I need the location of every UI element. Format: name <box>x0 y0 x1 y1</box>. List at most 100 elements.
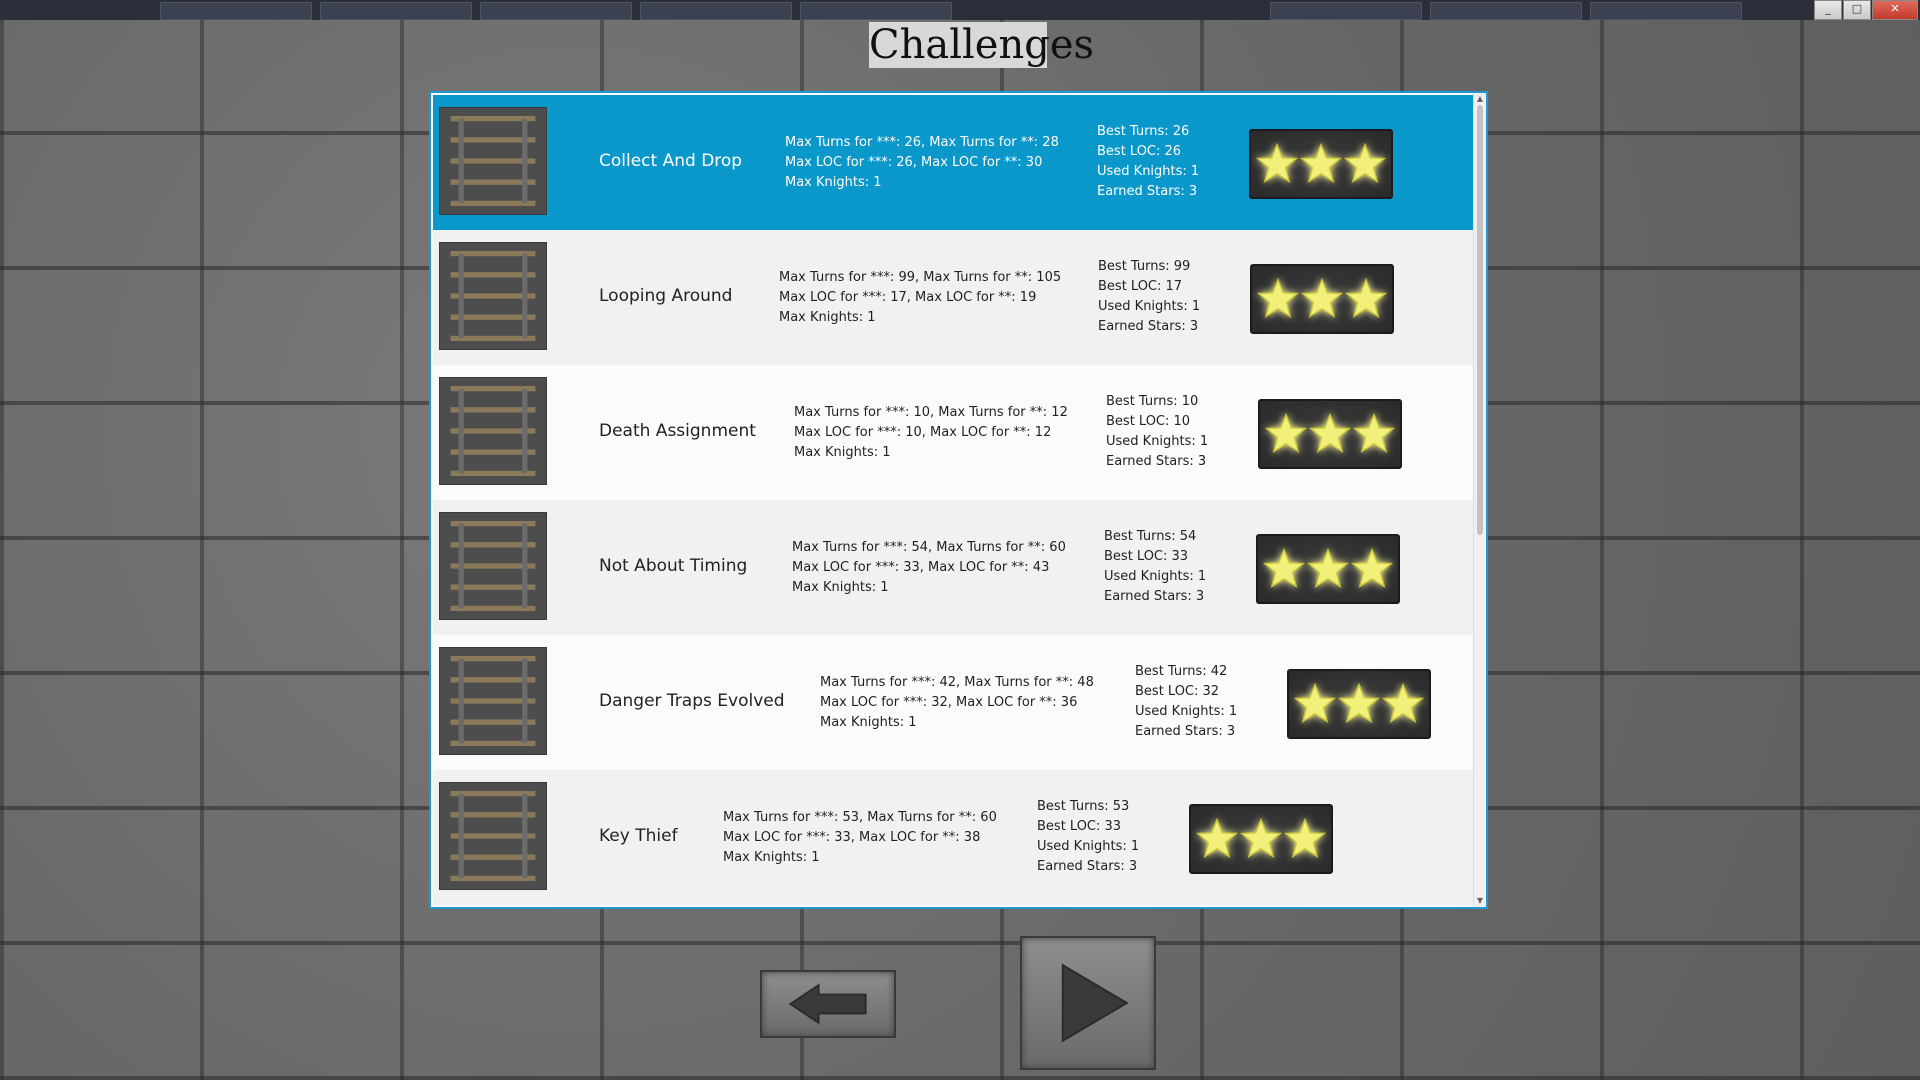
requirement-knights: Max Knights: 1 <box>794 445 891 460</box>
used-knights: Used Knights: 1 <box>1097 164 1200 179</box>
window-controls: _ □ ✕ <box>1813 0 1918 20</box>
star-icon <box>1262 547 1306 591</box>
requirement-turns: Max Turns for ***: 54, Max Turns for **:… <box>792 540 1066 555</box>
challenge-row[interactable]: Danger Traps Evolved Max Turns for ***: 4… <box>433 635 1473 770</box>
challenge-row[interactable]: Collect And Drop Max Turns for ***: 26, M… <box>433 95 1473 230</box>
requirement-loc: Max LOC for ***: 10, Max LOC for **: 12 <box>794 425 1052 440</box>
taskbar-item[interactable] <box>800 2 952 20</box>
star-icon <box>1337 682 1381 726</box>
star-icon <box>1239 817 1283 861</box>
best-results: Best Turns: 26 Best LOC: 26 Used Knights: … <box>1097 122 1199 202</box>
minimize-button[interactable]: _ <box>1814 0 1842 20</box>
earned-stars: Earned Stars: 3 <box>1037 859 1138 874</box>
challenge-requirements: Max Turns for ***: 54, Max Turns for **:… <box>792 538 1066 598</box>
challenge-requirements: Max Turns for ***: 42, Max Turns for **:… <box>820 673 1094 733</box>
challenge-requirements: Max Turns for ***: 53, Max Turns for **:… <box>723 808 997 868</box>
best-turns: Best Turns: 26 <box>1097 124 1190 139</box>
requirement-turns: Max Turns for ***: 42, Max Turns for **:… <box>820 675 1094 690</box>
best-loc: Best LOC: 32 <box>1135 684 1220 699</box>
best-turns: Best Turns: 54 <box>1104 529 1197 544</box>
star-icon <box>1283 817 1327 861</box>
challenge-row[interactable]: Looping Around Max Turns for ***: 99, Max… <box>433 230 1473 365</box>
earned-stars: Earned Stars: 3 <box>1104 589 1205 604</box>
taskbar-item[interactable] <box>1590 2 1742 20</box>
used-knights: Used Knights: 1 <box>1135 704 1238 719</box>
star-icon <box>1344 277 1388 321</box>
requirement-loc: Max LOC for ***: 33, Max LOC for **: 43 <box>792 560 1050 575</box>
challenge-requirements: Max Turns for ***: 26, Max Turns for **:… <box>785 133 1059 193</box>
best-loc: Best LOC: 33 <box>1104 549 1189 564</box>
taskbar-item[interactable] <box>160 2 312 20</box>
star-icon <box>1350 547 1394 591</box>
requirement-turns: Max Turns for ***: 26, Max Turns for **:… <box>785 135 1059 150</box>
level-thumbnail <box>439 377 547 485</box>
close-button[interactable]: ✕ <box>1872 0 1918 20</box>
star-rating <box>1258 399 1402 469</box>
level-thumbnail <box>439 647 547 755</box>
best-results: Best Turns: 42 Best LOC: 32 Used Knights: … <box>1135 662 1237 742</box>
play-icon <box>1061 963 1129 1043</box>
left-arrow-icon <box>788 983 867 1025</box>
best-loc: Best LOC: 26 <box>1097 144 1182 159</box>
requirement-loc: Max LOC for ***: 26, Max LOC for **: 30 <box>785 155 1043 170</box>
star-icon <box>1293 682 1337 726</box>
requirement-turns: Max Turns for ***: 10, Max Turns for **:… <box>794 405 1068 420</box>
challenge-row[interactable]: Key Thief Max Turns for ***: 53, Max Turn… <box>433 770 1473 905</box>
star-rating <box>1250 264 1394 334</box>
best-loc: Best LOC: 17 <box>1098 279 1183 294</box>
earned-stars: Earned Stars: 3 <box>1098 319 1199 334</box>
used-knights: Used Knights: 1 <box>1037 839 1140 854</box>
requirement-loc: Max LOC for ***: 17, Max LOC for **: 19 <box>779 290 1037 305</box>
star-icon <box>1299 142 1343 186</box>
back-button[interactable] <box>760 970 896 1038</box>
star-icon <box>1308 412 1352 456</box>
earned-stars: Earned Stars: 3 <box>1135 724 1236 739</box>
taskbar-item[interactable] <box>640 2 792 20</box>
scrollbar-thumb[interactable] <box>1477 105 1483 535</box>
level-thumbnail <box>439 242 547 350</box>
used-knights: Used Knights: 1 <box>1098 299 1201 314</box>
scroll-down-icon[interactable]: ▼ <box>1475 896 1485 906</box>
used-knights: Used Knights: 1 <box>1104 569 1207 584</box>
star-icon <box>1352 412 1396 456</box>
best-loc: Best LOC: 33 <box>1037 819 1122 834</box>
requirement-turns: Max Turns for ***: 53, Max Turns for **:… <box>723 810 997 825</box>
star-icon <box>1264 412 1308 456</box>
challenge-name: Collect And Drop <box>599 151 743 171</box>
level-thumbnail <box>439 512 547 620</box>
best-turns: Best Turns: 42 <box>1135 664 1228 679</box>
best-turns: Best Turns: 99 <box>1098 259 1191 274</box>
level-thumbnail <box>439 782 547 890</box>
earned-stars: Earned Stars: 3 <box>1097 184 1198 199</box>
challenge-name: Not About Timing <box>599 556 748 576</box>
challenge-name: Key Thief <box>599 826 678 846</box>
requirement-knights: Max Knights: 1 <box>723 850 820 865</box>
star-icon <box>1306 547 1350 591</box>
scroll-up-icon[interactable]: ▲ <box>1475 94 1485 104</box>
requirement-knights: Max Knights: 1 <box>820 715 917 730</box>
used-knights: Used Knights: 1 <box>1106 434 1209 449</box>
requirement-turns: Max Turns for ***: 99, Max Turns for **:… <box>779 270 1062 285</box>
maximize-button[interactable]: □ <box>1843 0 1871 20</box>
requirement-knights: Max Knights: 1 <box>785 175 882 190</box>
challenge-requirements: Max Turns for ***: 99, Max Turns for **:… <box>779 268 1061 328</box>
vertical-scrollbar[interactable]: ▲ ▼ <box>1473 93 1486 907</box>
requirement-loc: Max LOC for ***: 32, Max LOC for **: 36 <box>820 695 1078 710</box>
challenge-row[interactable]: Not About Timing Max Turns for ***: 54, M… <box>433 500 1473 635</box>
best-turns: Best Turns: 10 <box>1106 394 1199 409</box>
star-icon <box>1381 682 1425 726</box>
star-icon <box>1256 277 1300 321</box>
best-turns: Best Turns: 53 <box>1037 799 1130 814</box>
taskbar-item[interactable] <box>480 2 632 20</box>
star-rating <box>1189 804 1333 874</box>
taskbar-item[interactable] <box>320 2 472 20</box>
requirement-knights: Max Knights: 1 <box>779 310 876 325</box>
best-results: Best Turns: 53 Best LOC: 33 Used Knights: … <box>1037 797 1139 877</box>
requirement-loc: Max LOC for ***: 33, Max LOC for **: 38 <box>723 830 981 845</box>
star-rating <box>1287 669 1431 739</box>
taskbar-item[interactable] <box>1430 2 1582 20</box>
taskbar-item[interactable] <box>1270 2 1422 20</box>
play-button[interactable] <box>1020 936 1156 1070</box>
os-taskbar: _ □ ✕ <box>0 0 1920 20</box>
challenge-row[interactable]: Death Assignment Max Turns for ***: 10, M… <box>433 365 1473 500</box>
